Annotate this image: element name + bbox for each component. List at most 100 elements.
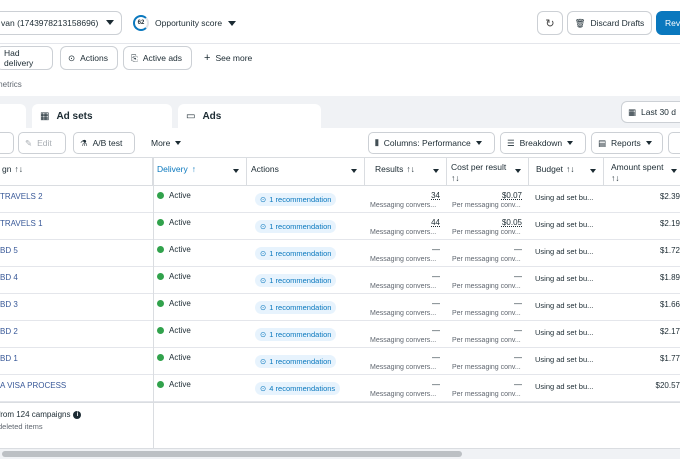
edit-button[interactable]: ✎ Edit (18, 132, 66, 154)
results-type: Messaging convers... (370, 283, 437, 290)
chevron-down-icon (671, 169, 677, 173)
active-status-dot (157, 354, 164, 361)
chevron-down-icon (175, 141, 182, 145)
active-status-dot (157, 300, 164, 307)
cost-per-result-type: Per messaging conv... (452, 337, 521, 344)
campaign-name-link[interactable]: TRAVELS 2 (0, 186, 153, 213)
refresh-button[interactable]: ↻ (537, 11, 563, 35)
campaign-name-link[interactable]: TRAVELS 1 (0, 213, 153, 240)
campaign-name-link[interactable]: A VISA PROCESS (0, 375, 153, 402)
results-value[interactable]: — (400, 380, 440, 389)
recommendation-badge[interactable]: ⊙ 4 recommendations (255, 382, 341, 395)
column-header-name[interactable]: gn ↑↓ (0, 158, 153, 186)
table-row[interactable]: TRAVELS 2 Active ⊙ 1 recommendation 34 M… (0, 186, 680, 213)
metrics-text: metrics (0, 80, 22, 89)
lightbulb-icon: ⊙ (260, 330, 267, 339)
flask-icon: ⚗ (80, 137, 88, 148)
recommendation-badge[interactable]: ⊙ 1 recommendation (255, 193, 337, 206)
opportunity-score[interactable]: 62 Opportunity score (133, 12, 237, 34)
column-header-actions[interactable]: Actions (247, 158, 365, 186)
recommendation-badge[interactable]: ⊙ 1 recommendation (255, 247, 337, 260)
campaign-name-link[interactable]: BD 4 (0, 267, 153, 294)
amount-spent-value: $2.19 (659, 219, 680, 228)
amount-spent-value: $2.39 (659, 192, 680, 201)
results-value[interactable]: — (400, 353, 440, 362)
campaign-name-link[interactable]: BD 1 (0, 348, 153, 375)
cost-per-result-value[interactable]: — (482, 272, 522, 281)
cost-per-result-type: Per messaging conv... (452, 391, 521, 398)
table-row[interactable]: BD 4 Active ⊙ 1 recommendation — Messagi… (0, 267, 680, 294)
chevron-down-icon (233, 169, 239, 173)
discard-drafts-button[interactable]: 🗑 Discard Drafts (567, 11, 652, 35)
recommendation-badge[interactable]: ⊙ 1 recommendation (255, 274, 337, 287)
export-button[interactable] (668, 132, 680, 154)
more-button[interactable]: More (145, 132, 187, 154)
cost-per-result-type: Per messaging conv... (452, 364, 521, 371)
results-value[interactable]: 44 (400, 218, 440, 227)
recommendation-label: 1 recommendation (269, 195, 332, 204)
column-header-cost[interactable]: Cost per result ↑↓ (447, 158, 529, 186)
tab-campaigns[interactable] (0, 104, 26, 128)
cost-per-result-value[interactable]: — (482, 299, 522, 308)
table-row[interactable]: BD 1 Active ⊙ 1 recommendation — Messagi… (0, 348, 680, 375)
campaign-name-link[interactable]: BD 5 (0, 240, 153, 267)
reports-button[interactable]: ▤ Reports (591, 132, 663, 154)
columns-button[interactable]: ⦀ Columns: Performance (368, 132, 495, 154)
table-row[interactable]: TRAVELS 1 Active ⊙ 1 recommendation 44 M… (0, 213, 680, 240)
calendar-icon: ▦ (628, 106, 637, 117)
cost-per-result-value[interactable]: — (482, 380, 522, 389)
horizontal-scrollbar[interactable] (0, 448, 680, 459)
scroll-thumb[interactable] (2, 451, 462, 457)
campaign-name-link[interactable]: BD 3 (0, 294, 153, 321)
delivery-status: Active (153, 267, 247, 294)
results-value[interactable]: — (400, 299, 440, 308)
account-selector[interactable]: van (1743978213158696) (0, 11, 122, 35)
lightbulb-icon: ⊙ (260, 384, 267, 393)
results-type: Messaging convers... (370, 310, 437, 317)
recommendation-label: 1 recommendation (269, 303, 332, 312)
column-label: Actions (251, 164, 279, 174)
more-label: More (151, 138, 171, 148)
column-header-amount-spent[interactable]: Amount spent ↑↓ (604, 158, 680, 186)
cost-per-result-value[interactable]: — (482, 353, 522, 362)
sort-icon: ↑↓ (14, 164, 23, 174)
ab-test-button[interactable]: ⚗ A/B test (73, 132, 135, 154)
column-header-budget[interactable]: Budget ↑↓ (529, 158, 604, 186)
campaign-name-link[interactable]: BD 2 (0, 321, 153, 348)
active-status-dot (157, 381, 164, 388)
filter-actions[interactable]: ⊙ Actions (60, 46, 118, 70)
column-label: Amount spent (611, 162, 664, 172)
table-row[interactable]: BD 3 Active ⊙ 1 recommendation — Messagi… (0, 294, 680, 321)
table-footer: from 124 campaigns i deleted items (0, 402, 680, 448)
chevron-down-icon (351, 169, 357, 173)
column-header-results[interactable]: Results ↑↓ (365, 158, 447, 186)
cost-per-result-value[interactable]: $0.07 (482, 191, 522, 200)
date-range-button[interactable]: ▦ Last 30 d (621, 101, 680, 123)
breakdown-button[interactable]: ☰ Breakdown (500, 132, 586, 154)
filter-active-ads[interactable]: ⎘ Active ads (123, 46, 192, 70)
recommendation-badge[interactable]: ⊙ 1 recommendation (255, 328, 337, 341)
tab-ad-sets[interactable]: ▦ Ad sets (32, 104, 172, 128)
table-row[interactable]: A VISA PROCESS Active ⊙ 4 recommendation… (0, 375, 680, 402)
cost-per-result-value[interactable]: $0.05 (482, 218, 522, 227)
cost-per-result-value[interactable]: — (482, 326, 522, 335)
date-range-label: Last 30 d (641, 107, 677, 117)
results-value[interactable]: — (400, 326, 440, 335)
recommendation-badge[interactable]: ⊙ 1 recommendation (255, 220, 337, 233)
column-header-delivery[interactable]: Delivery ↑ (153, 158, 247, 186)
table-row[interactable]: BD 5 Active ⊙ 1 recommendation — Messagi… (0, 240, 680, 267)
review-publish-button[interactable]: Rev (656, 11, 680, 35)
results-value[interactable]: 34 (400, 191, 440, 200)
table-row[interactable]: BD 2 Active ⊙ 1 recommendation — Messagi… (0, 321, 680, 348)
recommendation-badge[interactable]: ⊙ 1 recommendation (255, 355, 337, 368)
recommendation-badge[interactable]: ⊙ 1 recommendation (255, 301, 337, 314)
results-value[interactable]: — (400, 272, 440, 281)
info-icon[interactable]: i (73, 410, 82, 419)
filter-had-delivery[interactable]: Had delivery (0, 46, 53, 70)
delivery-label: Active (169, 299, 191, 308)
cost-per-result-value[interactable]: — (482, 245, 522, 254)
tab-ads[interactable]: ▭ Ads (178, 104, 321, 128)
see-more-button[interactable]: + See more (204, 46, 252, 70)
results-value[interactable]: — (400, 245, 440, 254)
create-button[interactable] (0, 132, 14, 154)
